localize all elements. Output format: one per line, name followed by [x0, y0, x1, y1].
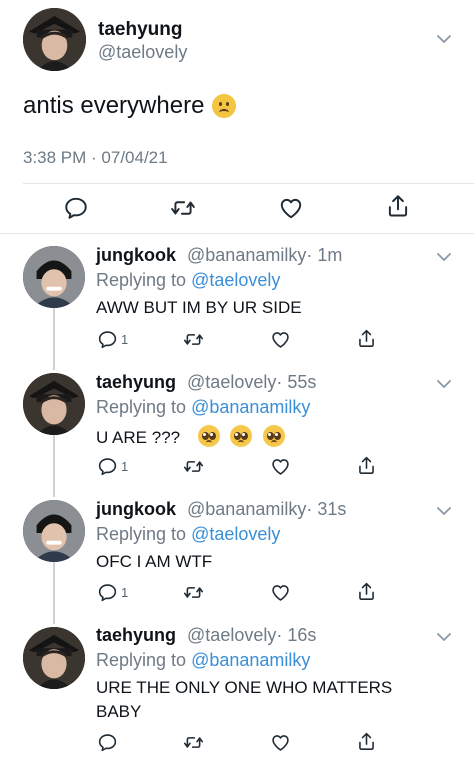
reply-header: jungkook @bananamilky· 1m: [96, 245, 342, 266]
replying-to-handle[interactable]: @taelovely: [191, 270, 280, 290]
retweet-icon[interactable]: [182, 582, 205, 603]
retweet-icon[interactable]: [182, 732, 205, 753]
display-name[interactable]: jungkook: [96, 499, 176, 519]
reply-time[interactable]: · 31s: [306, 499, 346, 519]
retweet-icon[interactable]: [182, 329, 205, 350]
thread-line: [53, 308, 55, 370]
like-icon[interactable]: [270, 732, 291, 753]
avatar[interactable]: [23, 246, 85, 308]
display-name[interactable]: taehyung: [96, 372, 176, 392]
reply-text-row: U ARE ???: [96, 425, 291, 448]
reply-text: U ARE ???: [96, 428, 181, 447]
avatar-image: [23, 8, 86, 71]
reply-icon[interactable]: [97, 732, 118, 753]
user-handle[interactable]: @taelovely: [98, 42, 187, 63]
pleading-face-icon: [197, 425, 220, 447]
share-icon[interactable]: [385, 193, 411, 219]
chevron-down-icon[interactable]: [436, 379, 452, 389]
display-name[interactable]: jungkook: [96, 245, 176, 265]
reply-header: jungkook @bananamilky· 31s: [96, 499, 346, 520]
reply-icon: [97, 329, 118, 350]
reply-button[interactable]: 1: [97, 582, 128, 603]
reply-header: taehyung @taelovely· 16s: [96, 625, 316, 646]
avatar-image: [23, 500, 85, 562]
user-handle[interactable]: @bananamilky: [187, 499, 306, 519]
like-icon[interactable]: [270, 329, 291, 350]
retweet-icon[interactable]: [169, 195, 197, 221]
user-handle[interactable]: @bananamilky: [187, 245, 306, 265]
like-icon[interactable]: [270, 456, 291, 477]
reply-time[interactable]: · 1m: [306, 245, 342, 265]
thread-line: [53, 562, 55, 624]
avatar-image: [23, 627, 85, 689]
pleading-face-icon: [263, 425, 286, 447]
replying-to-label: Replying to: [96, 270, 187, 290]
reply-count: 1: [121, 585, 129, 600]
replying-to: Replying to @taelovely: [96, 524, 280, 545]
reply-text-line: URE THE ONLY ONE WHO MATTERS: [96, 678, 393, 697]
replying-to-label: Replying to: [96, 650, 187, 670]
retweet-icon[interactable]: [182, 456, 205, 477]
avatar-image: [23, 246, 85, 308]
display-name[interactable]: taehyung: [96, 625, 176, 645]
chevron-down-icon[interactable]: [436, 632, 452, 642]
chevron-down-icon[interactable]: [436, 506, 452, 516]
frowning-face-icon: [212, 94, 237, 118]
reply-header: taehyung @taelovely· 55s: [96, 372, 316, 393]
avatar[interactable]: [23, 373, 85, 435]
reply-count: 1: [121, 332, 129, 347]
share-icon[interactable]: [356, 328, 377, 349]
reply-text: AWW BUT IM BY UR SIDE: [96, 298, 302, 317]
replying-to: Replying to @bananamilky: [96, 397, 310, 418]
avatar[interactable]: [23, 500, 85, 562]
user-handle[interactable]: @taelovely: [187, 372, 276, 392]
reply-icon[interactable]: [63, 195, 89, 221]
replying-to-handle[interactable]: @bananamilky: [191, 397, 310, 417]
share-icon[interactable]: [356, 581, 377, 602]
share-icon[interactable]: [356, 731, 377, 752]
display-name[interactable]: taehyung: [98, 19, 182, 41]
tweet-text-row: antis everywhere: [23, 92, 237, 120]
chevron-down-icon[interactable]: [436, 252, 452, 262]
divider: [0, 233, 474, 234]
reply-button[interactable]: 1: [97, 456, 128, 477]
chevron-down-icon[interactable]: [436, 34, 452, 44]
replying-to: Replying to @taelovely: [96, 270, 280, 291]
pleading-face-icon: [230, 425, 253, 447]
share-icon[interactable]: [356, 455, 377, 476]
avatar[interactable]: [23, 8, 86, 71]
tweet-text: antis everywhere: [23, 92, 205, 119]
thread-line: [53, 435, 55, 497]
reply-time[interactable]: · 55s: [276, 372, 316, 392]
reply-time[interactable]: · 16s: [276, 625, 316, 645]
tweet-timestamp[interactable]: 3:38 PM · 07/04/21: [23, 148, 168, 168]
reply-text-line: BABY: [96, 702, 142, 721]
reply-text: OFC I AM WTF: [96, 552, 213, 571]
replying-to: Replying to @bananamilky: [96, 650, 310, 671]
avatar-image: [23, 373, 85, 435]
replying-to-handle[interactable]: @taelovely: [191, 524, 280, 544]
avatar[interactable]: [23, 627, 85, 689]
replying-to-handle[interactable]: @bananamilky: [191, 650, 310, 670]
divider: [23, 183, 474, 184]
reply-button[interactable]: 1: [97, 329, 128, 350]
like-icon[interactable]: [270, 582, 291, 603]
reply-count: 1: [121, 459, 129, 474]
reply-icon: [97, 456, 118, 477]
reply-icon: [97, 582, 118, 603]
user-handle[interactable]: @taelovely: [187, 625, 276, 645]
like-icon[interactable]: [278, 195, 304, 221]
replying-to-label: Replying to: [96, 397, 187, 417]
replying-to-label: Replying to: [96, 524, 187, 544]
